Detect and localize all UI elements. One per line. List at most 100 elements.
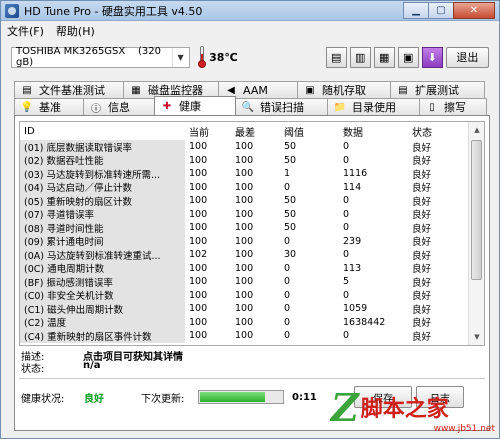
col-threshold[interactable]: 阈值 bbox=[281, 124, 340, 139]
current-value: 100 bbox=[189, 276, 208, 288]
vertical-scrollbar[interactable]: ▲ ▼ bbox=[468, 122, 484, 345]
current-value: 100 bbox=[189, 235, 208, 247]
worst-value: 100 bbox=[235, 289, 254, 301]
table-row[interactable]: (BF) 振动感测错误率 100 100 0 5 良好 bbox=[20, 274, 484, 289]
col-id[interactable]: ID bbox=[20, 126, 185, 137]
window-title: HD Tune Pro - 硬盘实用工具 v4.50 bbox=[24, 4, 203, 18]
current-value: 100 bbox=[189, 316, 208, 328]
chevron-down-icon[interactable]: ▼ bbox=[171, 47, 189, 67]
menu-help[interactable]: 帮助(H) bbox=[56, 23, 95, 39]
table-row[interactable]: (08) 寻道时间性能 100 100 50 0 良好 bbox=[20, 220, 484, 235]
smart-attribute-list[interactable]: ID 当前 最差 阈值 数据 状态 (01) 底层数据读取错误率 100 100 50… bbox=[19, 121, 485, 346]
worst-value: 100 bbox=[235, 249, 254, 261]
raw-data-value: 113 bbox=[343, 262, 362, 274]
tab-file-benchmark[interactable]: ▤ 文件基准测试 bbox=[14, 81, 124, 98]
next-update-label: 下次更新: bbox=[141, 393, 185, 405]
col-worst[interactable]: 最差 bbox=[232, 124, 281, 139]
health-icon: ✚ bbox=[162, 100, 172, 112]
current-value: 100 bbox=[189, 222, 208, 234]
worst-value: 100 bbox=[235, 181, 254, 193]
current-value: 100 bbox=[189, 181, 208, 193]
close-button[interactable]: ✕ bbox=[453, 1, 495, 19]
exit-button[interactable]: 退出 bbox=[445, 46, 489, 68]
table-row[interactable]: (05) 重新映射的扇区计数 100 100 50 0 良好 bbox=[20, 193, 484, 208]
window-controls: ▁ ▢ ✕ bbox=[403, 1, 495, 20]
table-row[interactable]: (07) 寻道错误率 100 100 50 0 良好 bbox=[20, 207, 484, 222]
attribute-status: 良好 bbox=[412, 223, 432, 235]
table-row[interactable]: (C0) 非安全关机计数 100 100 0 0 良好 bbox=[20, 288, 484, 303]
attribute-status: 良好 bbox=[412, 183, 432, 195]
table-row[interactable]: (C2) 温度 100 100 0 1638442 良好 bbox=[20, 315, 484, 330]
screenshot-icon[interactable]: ▣ bbox=[397, 46, 419, 68]
col-current[interactable]: 当前 bbox=[185, 124, 232, 139]
folder-usage-icon: 📁 bbox=[333, 101, 347, 113]
description-label: 描述: bbox=[21, 352, 45, 363]
table-row[interactable]: (01) 底层数据读取错误率 100 100 50 0 良好 bbox=[20, 139, 484, 154]
tab-benchmark[interactable]: 💡 基准 bbox=[14, 98, 84, 115]
tab-erase[interactable]: ▯ 擦写 bbox=[419, 98, 487, 115]
attribute-name: (05) 重新映射的扇区计数 bbox=[20, 193, 185, 208]
threshold-value: 0 bbox=[284, 289, 291, 301]
raw-data-value: 1638442 bbox=[343, 316, 386, 328]
current-value: 100 bbox=[189, 330, 208, 342]
attribute-status: 良好 bbox=[412, 331, 432, 343]
current-value: 100 bbox=[189, 289, 208, 301]
threshold-value: 50 bbox=[284, 141, 297, 153]
download-icon[interactable]: ⬇ bbox=[421, 46, 443, 68]
attribute-name: (C1) 磁头伸出周期计数 bbox=[20, 301, 185, 316]
worst-value: 100 bbox=[235, 168, 254, 180]
tab-error-scan[interactable]: 🔍 错误扫描 bbox=[235, 98, 328, 115]
table-row[interactable]: (C1) 磁头伸出周期计数 100 100 0 1059 良好 bbox=[20, 301, 484, 316]
speaker-icon: ◀ bbox=[227, 84, 235, 96]
threshold-value: 0 bbox=[284, 316, 291, 328]
col-data[interactable]: 数据 bbox=[340, 124, 409, 139]
minimize-button[interactable]: ▁ bbox=[403, 1, 429, 19]
raw-data-value: 1059 bbox=[343, 303, 368, 315]
attribute-status: 良好 bbox=[412, 264, 432, 276]
drive-name: TOSHIBA MK3265GSX bbox=[16, 46, 126, 57]
tab-folder-usage[interactable]: 📁 目录使用 bbox=[327, 98, 420, 115]
maximize-button[interactable]: ▢ bbox=[428, 1, 454, 19]
health-label: 健康状况: bbox=[21, 393, 65, 405]
table-row[interactable]: (0A) 马达旋转到标准转速重试... 102 100 30 0 良好 bbox=[20, 247, 484, 262]
attribute-status: 良好 bbox=[412, 291, 432, 303]
attribute-status: 良好 bbox=[412, 304, 432, 316]
worst-value: 100 bbox=[235, 154, 254, 166]
tab-random-access[interactable]: ▣ 随机存取 bbox=[297, 81, 391, 98]
worst-value: 100 bbox=[235, 195, 254, 207]
details-area: 描述: 点击项目可获知其详情 状态: n/a bbox=[21, 348, 183, 375]
table-row[interactable]: (09) 累计通电时间 100 100 0 239 良好 bbox=[20, 234, 484, 249]
current-value: 100 bbox=[189, 208, 208, 220]
raw-data-value: 0 bbox=[343, 141, 350, 153]
table-row[interactable]: (C4) 重新映射的扇区事件计数 100 100 0 0 良好 bbox=[20, 328, 484, 343]
table-row[interactable]: (02) 数据吞吐性能 100 100 50 0 良好 bbox=[20, 153, 484, 168]
scroll-up-icon[interactable]: ▲ bbox=[469, 122, 484, 138]
threshold-value: 0 bbox=[284, 303, 291, 315]
attribute-name: (C2) 温度 bbox=[20, 315, 185, 330]
worst-value: 100 bbox=[235, 141, 254, 153]
copy-info-icon[interactable]: ▥ bbox=[349, 46, 371, 68]
options-icon[interactable]: ▦ bbox=[373, 46, 395, 68]
col-status[interactable]: 状态 bbox=[409, 124, 469, 139]
scroll-thumb[interactable] bbox=[471, 140, 482, 280]
tab-info[interactable]: ⓘ 信息 bbox=[83, 98, 155, 115]
extra-tests-icon: ▤ bbox=[398, 84, 408, 96]
raw-data-value: 239 bbox=[343, 235, 362, 247]
drive-select[interactable]: TOSHIBA MK3265GSX (320 gB) ▼ bbox=[11, 46, 190, 68]
worst-value: 100 bbox=[235, 222, 254, 234]
threshold-value: 0 bbox=[284, 235, 291, 247]
menu-file[interactable]: 文件(F) bbox=[7, 23, 44, 39]
attribute-status: 良好 bbox=[412, 156, 432, 168]
random-access-icon: ▣ bbox=[305, 84, 315, 96]
table-row[interactable]: (0C) 通电周期计数 100 100 0 113 良好 bbox=[20, 261, 484, 276]
table-row[interactable]: (03) 马达旋转到标准转速所需... 100 100 1 1116 良好 bbox=[20, 166, 484, 181]
current-value: 100 bbox=[189, 168, 208, 180]
tab-extra-tests[interactable]: ▤ 扩展测试 bbox=[390, 81, 485, 98]
tab-health[interactable]: ✚ 健康 bbox=[154, 96, 236, 115]
health-value: 良好 bbox=[84, 393, 104, 405]
watermark-logo: Z bbox=[331, 384, 359, 430]
table-row[interactable]: (04) 马达启动／停止计数 100 100 0 114 良好 bbox=[20, 180, 484, 195]
scroll-down-icon[interactable]: ▼ bbox=[469, 329, 484, 345]
attribute-name: (03) 马达旋转到标准转速所需... bbox=[20, 166, 185, 181]
copy-text-icon[interactable]: ▤ bbox=[325, 46, 347, 68]
